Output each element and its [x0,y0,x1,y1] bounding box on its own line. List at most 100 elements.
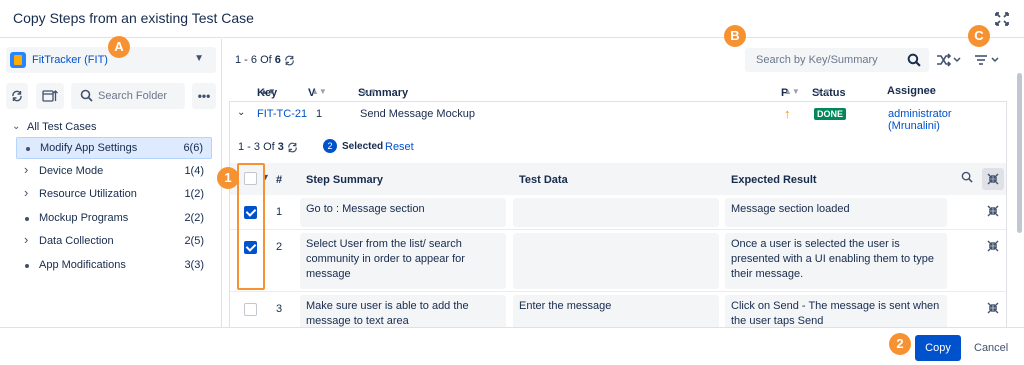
folder-label: Modify App Settings [40,142,138,154]
folder-item[interactable]: Mockup Programs 2(2) [16,208,212,230]
folder-label: Device Mode [39,165,104,177]
more-options-button[interactable]: ••• [192,83,216,109]
step-number: 3 [276,303,283,315]
col-assignee[interactable]: Assignee [887,85,936,97]
sort-icon: ▲▼ [361,87,377,96]
chevron-down-icon: ▼ [194,53,204,64]
chevron-right-icon[interactable]: › [24,232,28,247]
refresh-icon[interactable] [284,55,295,66]
refresh-icon [12,90,22,102]
step-data-cell-text: Enter the message [519,300,612,312]
tree-root[interactable]: ⌄ All Test Cases [0,117,222,139]
folder-count: 1(4) [184,165,204,177]
folder-label: Mockup Programs [39,212,129,224]
chevron-right-icon[interactable]: › [24,162,28,177]
collapse-all-button[interactable] [982,168,1004,190]
status-badge: DONE [814,108,847,120]
folder-toolbar: Search Folder ••• [6,83,218,109]
callout-a: A [108,36,130,58]
filter-icon [975,55,999,65]
collapse-icon [987,173,999,185]
calendar-icon [42,90,58,102]
folder-count: 2(5) [184,235,204,247]
testcase-table-header: Key ▲▼ V ▲▼ Summary ▲▼ P ▲▼ Status ▲▼ Assigne… [235,83,1007,101]
shuffle-icon [937,53,961,67]
col-test-data: Test Data [519,174,568,186]
collapse-icon[interactable] [987,205,999,217]
step-summary-cell: Go to : Message section [300,198,506,227]
testcase-pager: 1 - 6 Of 6 [235,54,295,66]
sort-icon: ▲▼ [784,87,800,96]
collapse-icon[interactable] [987,302,999,314]
step-expected-cell: Click on Send - The message is sent when… [725,295,947,327]
step-number: 1 [276,206,283,218]
collapse-icon[interactable] [987,240,999,252]
folder-item[interactable]: › Resource Utilization 1(2) [16,184,212,206]
search-icon[interactable] [961,171,973,183]
step-number: 2 [276,241,283,253]
more-icon: ••• [197,89,211,103]
step-data-cell: Enter the message [513,295,719,327]
chevron-down-icon: ⌄ [12,121,21,132]
copy-steps-dialog: Copy Steps from an existing Test Case Fi… [0,0,1024,365]
project-name: FitTracker (FIT) [32,54,108,66]
shuffle-menu-button[interactable] [935,50,963,70]
col-step-number: # [276,174,283,186]
step-summary-cell-text: Go to : Message section [306,203,425,215]
folder-search-input[interactable]: Search Folder [71,83,185,109]
step-row[interactable]: 1 Go to : Message section Message section … [230,195,1006,230]
dialog-footer: Copy Cancel [0,327,1024,365]
testcase-panel: 1 - 6 Of 6 Search by Key/Summary Key ▲▼ V… [223,39,1024,327]
folder-item[interactable]: › Device Mode 1(4) [16,161,212,183]
refresh-button[interactable] [6,83,28,109]
folder-label: App Modifications [39,259,126,271]
folder-item[interactable]: Modify App Settings 6(6) [16,137,212,159]
steps-panel: 1 - 3 Of 3 2 Selected Reset ▼ # Step Sum… [229,126,1007,327]
bullet-icon [25,264,29,268]
fullscreen-icon[interactable] [994,11,1010,27]
testcase-row[interactable]: ⌄ FIT-TC-21 1 Send Message Mockup ↑ DONE… [229,101,1007,132]
step-summary-cell: Select User from the list/ search commun… [300,233,506,289]
callout-1: 1 [217,167,239,189]
col-expected-result: Expected Result [731,174,817,186]
sort-icon: ▲▼ [815,87,831,96]
testcase-summary: Send Message Mockup [360,108,475,120]
sort-icon: ▲▼ [260,87,276,96]
copy-button[interactable]: Copy [915,335,961,361]
steps-pager-total: 3 [277,141,284,153]
col-step-summary: Step Summary [306,174,384,186]
pager-range: 1 - 6 Of [235,54,272,66]
collapse-chevron-icon[interactable]: ⌄ [237,107,245,118]
step-row[interactable]: 2 Select User from the list/ search commu… [230,230,1006,292]
step-expected-cell-text: Click on Send - The message is sent when… [731,300,940,327]
reset-link[interactable]: Reset [385,141,414,153]
step-row[interactable]: 3 Make sure user is able to add the messa… [230,292,1006,327]
filter-menu-button[interactable] [973,50,1003,70]
folder-panel: FitTracker (FIT) ▼ Search Folder ••• ⌄ A… [0,39,222,327]
step-data-cell [513,233,719,289]
search-icon [907,53,921,67]
folder-count: 2(2) [184,212,204,224]
step-checkbox[interactable] [244,303,257,316]
chevron-right-icon[interactable]: › [24,185,28,200]
priority-arrow-icon: ↑ [784,106,791,121]
folder-item[interactable]: App Modifications 3(3) [16,255,212,277]
selected-count-badge: 2 [323,139,337,153]
dialog-header: Copy Steps from an existing Test Case [0,0,1024,38]
folder-count: 3(3) [184,259,204,271]
pager-total: 6 [274,54,281,66]
cancel-button[interactable]: Cancel [974,342,1008,354]
testcase-key[interactable]: FIT-TC-21 [257,108,307,120]
key-summary-search-input[interactable]: Search by Key/Summary [745,48,929,72]
folder-count: 6(6) [183,142,203,154]
scrollbar[interactable] [1017,73,1022,233]
calendar-sort-button[interactable] [36,83,64,109]
step-summary-cell-text: Select User from the list/ search commun… [306,238,465,280]
steps-pager: 1 - 3 Of 3 [238,141,298,153]
sort-icon: ▲▼ [311,87,327,96]
refresh-icon[interactable] [287,142,298,153]
folder-item[interactable]: › Data Collection 2(5) [16,231,212,253]
callout-b: B [724,25,746,47]
step-expected-cell-text: Once a user is selected the user is pres… [731,238,935,280]
step-data-cell [513,198,719,227]
